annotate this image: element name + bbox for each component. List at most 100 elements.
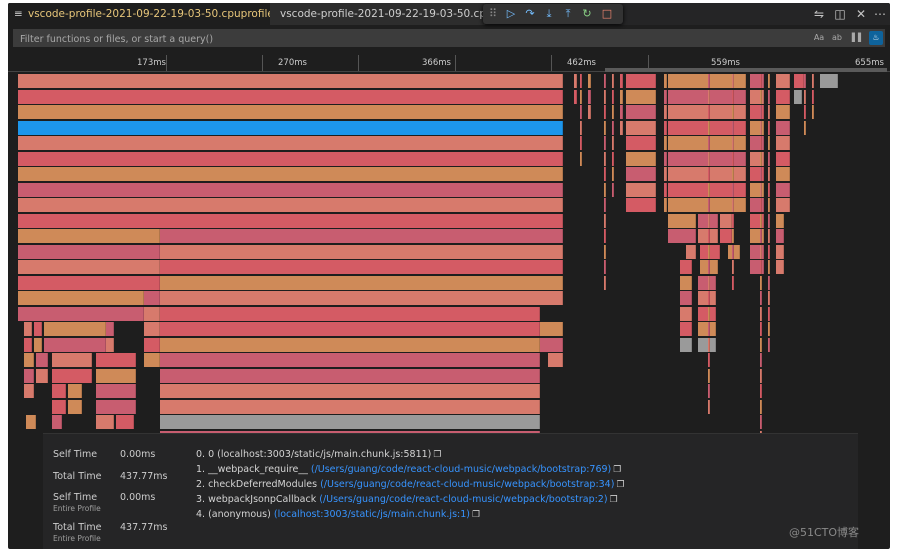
- flame-frame[interactable]: [680, 275, 692, 290]
- compare-icon[interactable]: ⇋: [811, 6, 827, 22]
- flame-icon[interactable]: ♨: [869, 31, 883, 45]
- flame-frame[interactable]: [44, 337, 106, 352]
- flame-sliver[interactable]: [604, 244, 606, 259]
- flame-frame[interactable]: [18, 89, 563, 104]
- flame-frame[interactable]: [106, 322, 114, 336]
- flame-frame[interactable]: [18, 74, 563, 88]
- flame-sliver[interactable]: [664, 120, 667, 135]
- flame-sliver[interactable]: [620, 74, 623, 88]
- flame-frame[interactable]: [776, 229, 784, 243]
- flame-sliver[interactable]: [708, 275, 710, 290]
- flame-frame[interactable]: [24, 368, 34, 383]
- flame-frame[interactable]: [160, 399, 540, 414]
- flame-sliver[interactable]: [760, 399, 762, 414]
- flame-frame[interactable]: [18, 198, 563, 212]
- flame-frame[interactable]: [698, 337, 716, 352]
- flame-frame[interactable]: [52, 384, 66, 398]
- flame-sliver[interactable]: [708, 182, 710, 197]
- flame-sliver[interactable]: [664, 167, 667, 181]
- flame-sliver[interactable]: [612, 182, 614, 197]
- stop-icon[interactable]: □: [599, 6, 615, 22]
- flame-sliver[interactable]: [812, 105, 814, 119]
- flame-sliver[interactable]: [760, 74, 762, 88]
- flame-sliver[interactable]: [574, 89, 577, 104]
- flame-frame[interactable]: [668, 136, 746, 150]
- flame-sliver[interactable]: [768, 136, 770, 150]
- flame-frame[interactable]: [18, 229, 160, 243]
- flame-frame[interactable]: [160, 260, 563, 274]
- flame-sliver[interactable]: [664, 198, 667, 212]
- flame-frame[interactable]: [548, 353, 563, 367]
- flame-sliver[interactable]: [732, 244, 734, 259]
- flame-sliver[interactable]: [768, 213, 770, 228]
- flame-sliver[interactable]: [708, 74, 710, 88]
- flame-sliver[interactable]: [708, 229, 710, 243]
- flame-sliver[interactable]: [768, 322, 770, 336]
- flame-sliver[interactable]: [732, 182, 734, 197]
- flame-sliver[interactable]: [760, 244, 762, 259]
- flame-frame[interactable]: [18, 120, 563, 135]
- flame-sliver[interactable]: [760, 182, 762, 197]
- flame-frame[interactable]: [52, 353, 92, 367]
- flame-frame[interactable]: [18, 182, 563, 197]
- flame-sliver[interactable]: [708, 89, 710, 104]
- flame-sliver[interactable]: [732, 151, 734, 166]
- flame-sliver[interactable]: [588, 74, 591, 88]
- flame-frame[interactable]: [160, 244, 563, 259]
- flame-sliver[interactable]: [708, 260, 710, 274]
- flame-sliver[interactable]: [760, 151, 762, 166]
- flame-frame[interactable]: [160, 322, 540, 336]
- flame-sliver[interactable]: [708, 167, 710, 181]
- flame-frame[interactable]: [680, 322, 692, 336]
- flame-sliver[interactable]: [580, 120, 582, 135]
- flame-sliver[interactable]: [760, 353, 762, 367]
- flame-frame[interactable]: [44, 322, 106, 336]
- flame-frame[interactable]: [24, 337, 32, 352]
- flame-sliver[interactable]: [612, 120, 614, 135]
- flame-frame[interactable]: [698, 306, 716, 321]
- flame-sliver[interactable]: [732, 120, 734, 135]
- flame-frame[interactable]: [144, 306, 160, 321]
- flame-sliver[interactable]: [580, 105, 582, 119]
- flame-frame[interactable]: [160, 415, 540, 429]
- flame-sliver[interactable]: [612, 151, 614, 166]
- flame-frame[interactable]: [18, 151, 563, 166]
- split-editor-icon[interactable]: ◫: [832, 6, 848, 22]
- flame-frame[interactable]: [540, 322, 563, 336]
- flame-sliver[interactable]: [768, 167, 770, 181]
- flame-sliver[interactable]: [708, 198, 710, 212]
- continue-icon[interactable]: ▷: [503, 6, 519, 22]
- flame-frame[interactable]: [686, 244, 696, 259]
- flame-sliver[interactable]: [580, 136, 582, 150]
- flame-sliver[interactable]: [768, 74, 770, 88]
- flame-frame[interactable]: [34, 337, 42, 352]
- flame-sliver[interactable]: [604, 275, 606, 290]
- flame-sliver[interactable]: [604, 89, 606, 104]
- flame-sliver[interactable]: [768, 89, 770, 104]
- flame-sliver[interactable]: [604, 182, 606, 197]
- flame-frame[interactable]: [626, 136, 656, 150]
- flame-sliver[interactable]: [760, 105, 762, 119]
- flame-frame[interactable]: [52, 368, 92, 383]
- flame-sliver[interactable]: [708, 306, 710, 321]
- restart-icon[interactable]: ↻: [579, 6, 595, 22]
- flame-sliver[interactable]: [732, 89, 734, 104]
- flame-frame[interactable]: [144, 291, 160, 305]
- drag-handle-icon[interactable]: ⠿: [485, 6, 501, 22]
- flame-frame[interactable]: [540, 337, 563, 352]
- flame-frame[interactable]: [668, 198, 746, 212]
- flame-frame[interactable]: [626, 182, 656, 197]
- flame-sliver[interactable]: [664, 136, 667, 150]
- flame-sliver[interactable]: [604, 120, 606, 135]
- flame-sliver[interactable]: [612, 105, 614, 119]
- flame-sliver[interactable]: [804, 89, 806, 104]
- flame-sliver[interactable]: [612, 136, 614, 150]
- flame-frame[interactable]: [160, 275, 563, 290]
- flame-frame[interactable]: [96, 384, 136, 398]
- flame-frame[interactable]: [776, 244, 784, 259]
- flame-frame[interactable]: [776, 74, 790, 88]
- flame-sliver[interactable]: [664, 151, 667, 166]
- flame-frame[interactable]: [144, 322, 160, 336]
- flame-frame[interactable]: [668, 213, 696, 228]
- flame-sliver[interactable]: [732, 167, 734, 181]
